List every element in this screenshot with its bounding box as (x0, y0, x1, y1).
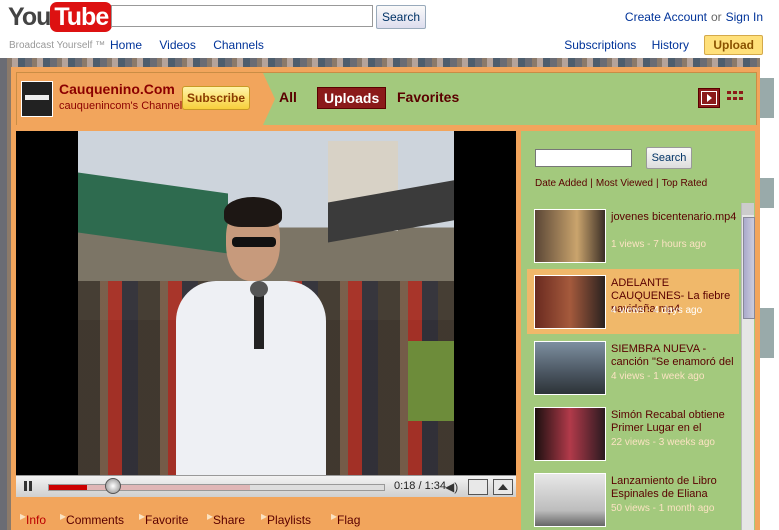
time-display: 0:18 / 1:34 (394, 480, 446, 492)
progress-played (49, 485, 87, 490)
main-nav: Home Videos Channels (110, 38, 278, 52)
tab-all[interactable]: All (279, 89, 297, 105)
site-header: You Tube Broadcast Yourself ™ Search Home… (0, 0, 779, 58)
video-item[interactable]: jovenes bicentenario.mp4 1 views - 7 hou… (527, 203, 739, 268)
channel-arrow (263, 73, 275, 125)
video-thumbnail[interactable] (534, 341, 606, 395)
logo-tube: Tube (50, 2, 113, 32)
comments-tab[interactable]: ▸ Comments (60, 509, 124, 527)
search-input[interactable] (111, 5, 373, 27)
player-view-icon[interactable] (698, 88, 720, 108)
video-item[interactable]: Simón Recabal obtiene Primer Lugar en el… (527, 401, 739, 466)
video-tabs: ▸ Info ▸ Comments ▸ Favorite ▸ Share ▸ Playli… (16, 505, 516, 527)
favorite-tab[interactable]: ▸ Favorite (139, 509, 188, 527)
subscribe-button[interactable]: Subscribe (182, 86, 250, 110)
subscriptions-link[interactable]: Subscriptions (564, 38, 636, 52)
video-list-scrollbar[interactable] (741, 203, 755, 530)
page-edge (760, 58, 779, 530)
video-thumbnail[interactable] (534, 473, 606, 527)
video-thumbnail[interactable] (534, 275, 606, 329)
search-button[interactable]: Search (376, 5, 426, 29)
logo-you: You (8, 3, 51, 31)
info-tab[interactable]: ▸ Info (20, 509, 46, 527)
upload-button[interactable]: Upload (704, 35, 763, 55)
share-tab[interactable]: ▸ Share (207, 509, 245, 527)
channel-avatar[interactable] (21, 81, 53, 117)
grid-view-icon[interactable] (726, 88, 746, 106)
channel-main: 0:18 / 1:34 ◀) ▸ Info ▸ Comments ▸ Favorite… (11, 125, 760, 530)
video-item-selected[interactable]: ADELANTE CAUQUENES- La fiebre navideña.m… (527, 269, 739, 334)
channel-title[interactable]: Cauquenino.Com (59, 81, 175, 97)
channel-info: Cauquenino.Com cauquenincom's Channel Su… (17, 73, 263, 125)
sort-most-viewed[interactable]: Most Viewed (596, 178, 653, 189)
create-account-link[interactable]: Create Account (625, 10, 707, 24)
progress-bar[interactable] (48, 484, 252, 491)
volume-icon[interactable]: ◀) (445, 480, 458, 494)
uploads-sidebar: Search Date Added | Most Viewed | Top Rated … (521, 131, 755, 530)
video-list: jovenes bicentenario.mp4 1 views - 7 hou… (527, 203, 739, 530)
channel-subtitle: cauquenincom's Channel (59, 100, 183, 112)
player-controls: 0:18 / 1:34 ◀) (16, 475, 516, 497)
channel-bar: Cauquenino.Com cauquenincom's Channel Su… (11, 67, 760, 131)
or-text: or (710, 10, 722, 24)
tab-favorites[interactable]: Favorites (397, 89, 459, 105)
youtube-logo[interactable]: You Tube (8, 2, 113, 32)
scrollbar-thumb[interactable] (743, 217, 755, 319)
tagline: Broadcast Yourself ™ (9, 40, 106, 51)
video-title[interactable]: Lanzamiento de Libro Espinales de Eliana (611, 475, 739, 501)
flag-tab[interactable]: ▸ Flag (331, 509, 360, 527)
video-item[interactable]: Lanzamiento de Libro Espinales de Eliana… (527, 467, 739, 530)
channel-search-button[interactable]: Search (646, 147, 692, 169)
tab-uploads[interactable]: Uploads (317, 87, 387, 109)
sort-top-rated[interactable]: Top Rated (662, 178, 708, 189)
pause-icon[interactable] (24, 481, 27, 491)
account-links: Create Account or Sign In (625, 10, 763, 24)
sign-in-link[interactable]: Sign In (726, 10, 763, 24)
nav-videos[interactable]: Videos (159, 38, 195, 52)
scroll-up-icon[interactable] (742, 203, 754, 215)
video-frame[interactable] (78, 131, 454, 475)
video-meta: 22 views - 3 weeks ago (611, 437, 715, 448)
video-title[interactable]: jovenes bicentenario.mp4 (611, 211, 739, 224)
widescreen-icon[interactable] (468, 479, 488, 495)
progress-remaining[interactable] (250, 484, 385, 491)
video-title[interactable]: SIEMBRA NUEVA - canción "Se enamoró del (611, 343, 739, 369)
video-thumbnail[interactable] (534, 407, 606, 461)
video-player[interactable]: 0:18 / 1:34 ◀) (16, 131, 516, 497)
playlists-tab[interactable]: ▸ Playlists (261, 509, 311, 527)
video-title[interactable]: Simón Recabal obtiene Primer Lugar en el (611, 409, 739, 435)
sort-options: Date Added | Most Viewed | Top Rated (535, 178, 708, 189)
video-meta: 50 views - 1 month ago (611, 503, 715, 514)
history-link[interactable]: History (652, 38, 689, 52)
video-thumbnail[interactable] (534, 209, 606, 263)
video-meta: 1 views - 7 hours ago (611, 239, 707, 250)
nav-home[interactable]: Home (110, 38, 142, 52)
video-meta: 4 views - 1 week ago (611, 371, 705, 382)
sort-date-added[interactable]: Date Added (535, 178, 587, 189)
user-links: Subscriptions History Upload (552, 35, 763, 55)
video-item[interactable]: SIEMBRA NUEVA - canción "Se enamoró del … (527, 335, 739, 400)
video-meta: 4 views - 4 days ago (611, 305, 703, 316)
nav-channels[interactable]: Channels (213, 38, 264, 52)
progress-knob[interactable] (105, 478, 121, 494)
fullscreen-icon[interactable] (493, 479, 513, 495)
channel-search-input[interactable] (535, 149, 632, 167)
